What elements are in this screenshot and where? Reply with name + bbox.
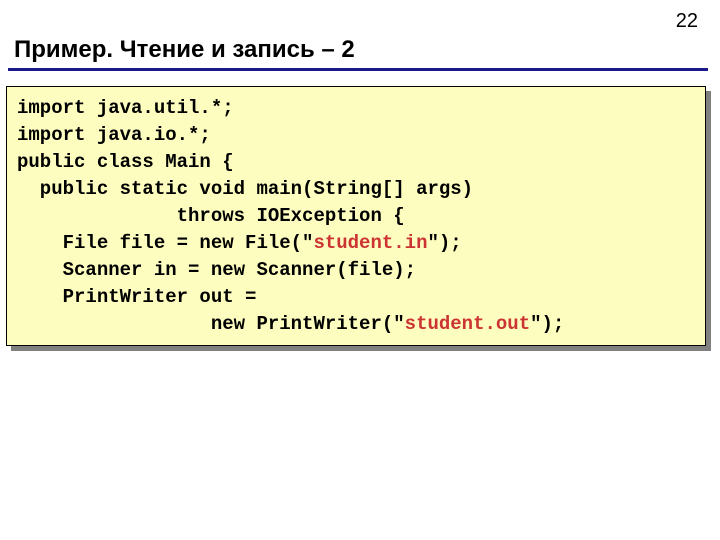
title-underline — [8, 68, 708, 71]
code-block: import java.util.*; import java.io.*; pu… — [6, 86, 706, 346]
code-highlight: student.out — [405, 313, 530, 335]
code-line: PrintWriter out = — [17, 286, 256, 308]
code-line: throws IOException { — [17, 205, 405, 227]
code-highlight: student.in — [313, 232, 427, 254]
code-line: import java.io.*; — [17, 124, 211, 146]
code-line: Scanner in = new Scanner(file); — [17, 259, 416, 281]
code-line: File file = new File(" — [17, 232, 313, 254]
code-line: public class Main { — [17, 151, 234, 173]
code-line: public static void main(String[] args) — [17, 178, 473, 200]
slide-title: Пример. Чтение и запись – 2 — [14, 36, 355, 64]
code-line: "); — [530, 313, 564, 335]
code-line: "); — [427, 232, 461, 254]
code-line: new PrintWriter(" — [17, 313, 405, 335]
code-line: import java.util.*; — [17, 97, 234, 119]
page-number: 22 — [676, 10, 698, 33]
